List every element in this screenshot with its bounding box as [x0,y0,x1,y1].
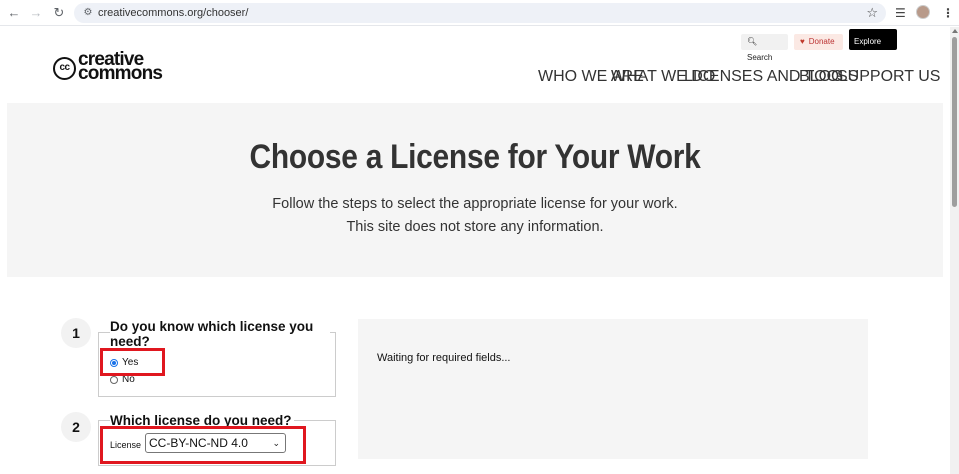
donate-button[interactable]: ♥ Donate [794,34,843,50]
explore-cc-button[interactable]: Explore CC [849,29,897,71]
scrollbar-thumb[interactable] [952,37,957,207]
forward-arrow-icon[interactable]: → [27,4,45,22]
donate-label: Donate [808,37,835,46]
search-button[interactable]: 🔍︎ Search [741,34,788,62]
logo-line-commons: commons [78,63,163,84]
step-2-number: 2 [61,412,91,442]
reload-icon[interactable]: ↻ [50,4,68,22]
cc-badge-icon: cc [53,57,76,80]
heart-icon: ♥ [800,37,805,46]
back-arrow-icon[interactable]: ← [5,4,23,22]
page-title: Choose a License for Your Work [249,138,701,176]
url-text[interactable]: creativecommons.org/chooser/ [98,7,248,19]
hero-subtitle-line2: This site does not store any information… [346,219,604,235]
search-label: Search [747,53,773,62]
profile-avatar[interactable] [916,5,930,19]
radio-no[interactable] [110,375,118,384]
result-status-text: Waiting for required fields... [377,352,511,364]
address-bar[interactable]: ⚙ creativecommons.org/chooser/ ☆ [74,3,886,23]
browser-toolbar: ← → ↻ ⚙ creativecommons.org/chooser/ ☆ ☰… [0,0,959,26]
search-icon: 🔍︎ [747,37,758,46]
highlight-box-yes [100,348,165,376]
bookmark-star-icon[interactable]: ☆ [866,5,878,21]
kebab-menu-icon[interactable]: ⋮ [942,4,954,22]
highlight-box-license [100,426,306,464]
scroll-up-arrow-icon[interactable] [952,29,958,33]
site-info-icon[interactable]: ⚙ [81,6,95,20]
hero-subtitle-line1: Follow the steps to select the appropria… [272,196,678,212]
license-result-panel: Waiting for required fields... [358,319,868,459]
page-scrollbar[interactable] [950,27,959,474]
media-controls-icon[interactable]: ☰ [895,4,906,22]
nav-support-us[interactable]: SUPPORT US [837,68,940,85]
step-1-question: Do you know which license you need? [110,319,330,349]
hero-banner: Choose a License for Your Work Follow th… [7,103,943,277]
explore-cc-label: Explore CC [854,37,882,71]
step-1-number: 1 [61,318,91,348]
